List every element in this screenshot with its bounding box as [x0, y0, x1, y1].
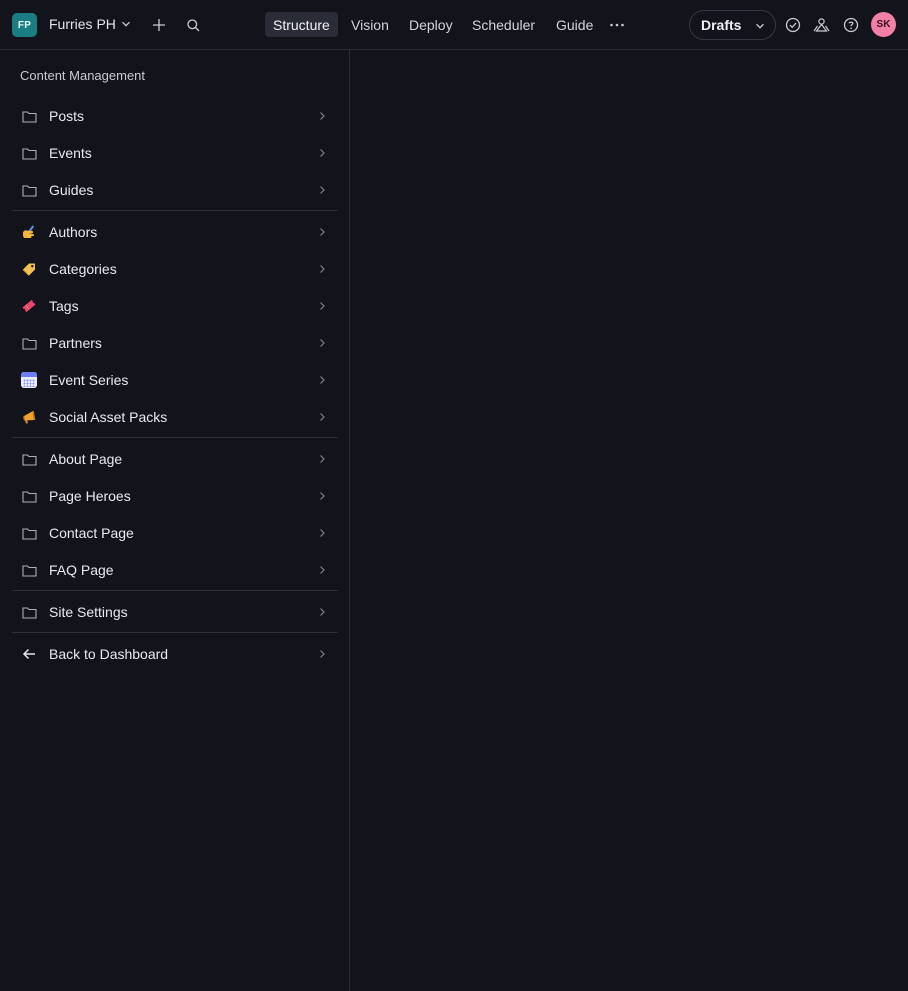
chevron-down-icon[interactable] — [121, 19, 131, 29]
sidebar-item-site-settings[interactable]: Site Settings — [12, 595, 338, 629]
divider — [12, 590, 338, 591]
chevron-right-icon — [320, 529, 325, 537]
sidebar-item-posts[interactable]: Posts — [12, 99, 338, 133]
sidebar-item-label: Site Settings — [49, 604, 128, 620]
chevron-right-icon — [320, 376, 325, 384]
sidebar-item-label: Guides — [49, 182, 94, 198]
sidebar-item-label: Back to Dashboard — [49, 646, 169, 662]
folder-icon — [20, 107, 38, 125]
folder-icon — [20, 487, 38, 505]
search-icon[interactable] — [184, 16, 202, 34]
arrow-left-icon — [20, 645, 38, 663]
sidebar-item-page-heroes[interactable]: Page Heroes — [12, 479, 338, 513]
chevron-right-icon — [320, 608, 325, 616]
sidebar-item-label: Partners — [49, 335, 102, 351]
folder-icon — [20, 603, 38, 621]
top-navbar: FP Furries PH Structure Vision Deploy Sc… — [0, 0, 908, 50]
sidebar-item-label: About Page — [49, 451, 123, 467]
chevron-right-icon — [320, 339, 325, 347]
main-pane — [351, 51, 908, 991]
check-circle-icon[interactable] — [783, 15, 802, 34]
divider — [12, 437, 338, 438]
sidebar-item-back-to-dashboard[interactable]: Back to Dashboard — [12, 637, 338, 671]
tab-guide[interactable]: Guide — [548, 12, 601, 37]
sidebar-item-label: Tags — [49, 298, 79, 314]
divider — [12, 632, 338, 633]
sidebar-item-label: Social Asset Packs — [49, 409, 168, 425]
drafts-perspective-select[interactable]: Drafts — [689, 10, 776, 40]
folder-icon — [20, 181, 38, 199]
sidebar-item-events[interactable]: Events — [12, 136, 338, 170]
label-tag-icon — [20, 260, 38, 278]
sidebar-item-label: Event Series — [49, 372, 129, 388]
sidebar-title: Content Management — [20, 68, 146, 83]
folder-icon — [20, 561, 38, 579]
chevron-right-icon — [320, 650, 325, 658]
chevron-right-icon — [320, 228, 325, 236]
sidebar-item-label: FAQ Page — [49, 562, 114, 578]
more-options-icon[interactable] — [607, 16, 627, 34]
sidebar-item-contact-page[interactable]: Contact Page — [12, 516, 338, 550]
drafts-label: Drafts — [701, 17, 742, 33]
community-icon[interactable] — [812, 15, 831, 34]
help-icon[interactable] — [841, 15, 860, 34]
workspace-name[interactable]: Furries PH — [49, 16, 116, 32]
sidebar-item-label: Contact Page — [49, 525, 134, 541]
sidebar-item-guides[interactable]: Guides — [12, 173, 338, 207]
chevron-down-icon — [756, 23, 764, 29]
user-avatar[interactable]: SK — [871, 12, 896, 37]
sidebar-item-label: Categories — [49, 261, 117, 277]
folder-icon — [20, 450, 38, 468]
sidebar-item-social-asset-packs[interactable]: Social Asset Packs — [12, 400, 338, 434]
tab-deploy[interactable]: Deploy — [401, 12, 461, 37]
workspace-badge[interactable]: FP — [12, 13, 37, 37]
sidebar-item-event-series[interactable]: Event Series — [12, 363, 338, 397]
tab-scheduler[interactable]: Scheduler — [464, 12, 543, 37]
writing-hand-icon — [20, 223, 38, 241]
sidebar-item-categories[interactable]: Categories — [12, 252, 338, 286]
chevron-right-icon — [320, 149, 325, 157]
chevron-right-icon — [320, 455, 325, 463]
sidebar-item-about-page[interactable]: About Page — [12, 442, 338, 476]
ticket-icon — [20, 297, 38, 315]
chevron-right-icon — [320, 302, 325, 310]
sidebar-item-tags[interactable]: Tags — [12, 289, 338, 323]
folder-icon — [20, 334, 38, 352]
sidebar-item-authors[interactable]: Authors — [12, 215, 338, 249]
calendar-icon — [20, 371, 38, 389]
chevron-right-icon — [320, 186, 325, 194]
tab-vision[interactable]: Vision — [343, 12, 397, 37]
tab-structure[interactable]: Structure — [265, 12, 338, 37]
folder-icon — [20, 524, 38, 542]
divider — [12, 210, 338, 211]
sidebar-item-label: Authors — [49, 224, 98, 240]
chevron-right-icon — [320, 413, 325, 421]
sidebar-item-label: Page Heroes — [49, 488, 131, 504]
chevron-right-icon — [320, 265, 325, 273]
sidebar-item-partners[interactable]: Partners — [12, 326, 338, 360]
chevron-right-icon — [320, 492, 325, 500]
sidebar-item-faq-page[interactable]: FAQ Page — [12, 553, 338, 587]
structure-sidebar: Content Management Posts Events Guides A… — [0, 50, 350, 991]
chevron-right-icon — [320, 566, 325, 574]
megaphone-icon — [20, 408, 38, 426]
folder-icon — [20, 144, 38, 162]
plus-icon[interactable] — [150, 16, 168, 34]
sidebar-item-label: Events — [49, 145, 92, 161]
chevron-right-icon — [320, 112, 325, 120]
sidebar-item-label: Posts — [49, 108, 85, 124]
